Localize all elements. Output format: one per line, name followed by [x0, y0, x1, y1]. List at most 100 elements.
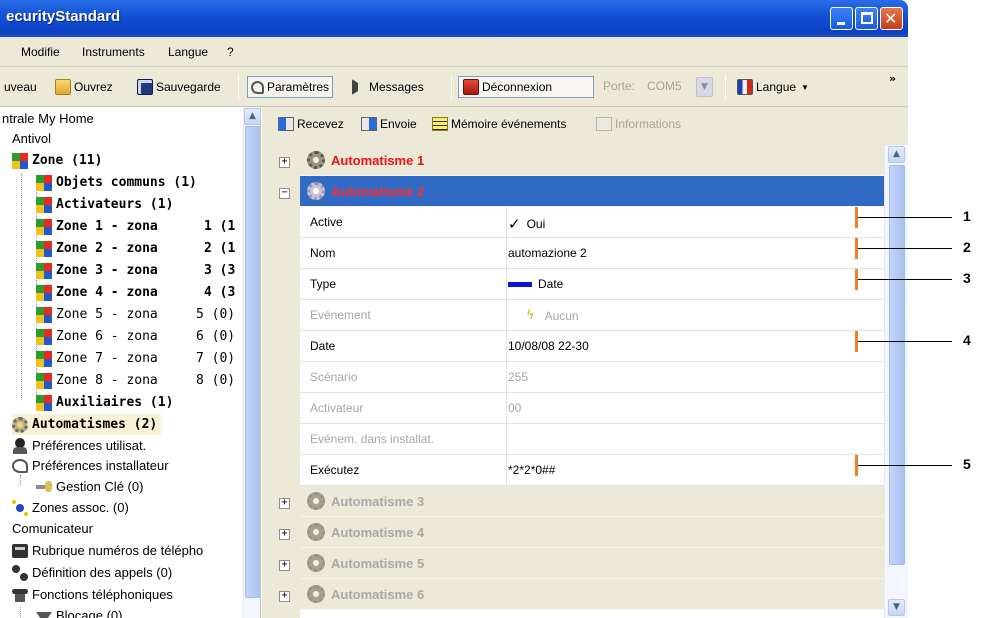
tree-node-antivol[interactable]: Antivol: [12, 128, 51, 149]
toolbar-overflow-chevron[interactable]: »: [889, 72, 896, 85]
expand-button[interactable]: +: [279, 498, 290, 509]
ouvrez-button[interactable]: Ouvrez: [55, 76, 113, 98]
memoire-evenements-button[interactable]: Mémoire événements: [432, 117, 566, 131]
porte-label: Porte:: [603, 79, 636, 93]
expand-button[interactable]: +: [279, 529, 290, 540]
tree-node-centrale[interactable]: ntrale My Home: [2, 108, 94, 129]
group-automatisme-4[interactable]: Automatisme 4: [300, 517, 884, 548]
tree-node-auxiliaires[interactable]: Auxiliaires (1): [36, 392, 173, 413]
gear-icon: [307, 523, 325, 541]
nouveau-button[interactable]: uveau: [4, 76, 37, 98]
property-row-nom[interactable]: Nom automazione 2: [300, 238, 884, 269]
zone-icon: [36, 350, 52, 367]
expand-button[interactable]: +: [279, 157, 290, 168]
scroll-up-button[interactable]: ▲: [244, 108, 260, 125]
menu-help[interactable]: ?: [227, 45, 234, 59]
property-row-activateur[interactable]: Activateur 00: [300, 393, 884, 424]
telephone-icon: [12, 587, 28, 603]
group-automatisme-1[interactable]: Automatisme 1: [300, 145, 884, 176]
tree-node-zone-4[interactable]: Zone 4 - zona 4 (3: [36, 282, 243, 303]
menu-langue[interactable]: Langue: [168, 45, 208, 59]
tree-node-gestion-cle[interactable]: Gestion Clé (0): [36, 476, 143, 497]
tree-node-zone-5[interactable]: Zone 5 - zona 5 (0): [36, 304, 243, 325]
tree-node-zone-2[interactable]: Zone 2 - zona 2 (1: [36, 238, 243, 259]
tree-node-zone-8[interactable]: Zone 8 - zona 8 (0): [36, 370, 243, 391]
porte-dropdown[interactable]: ▼: [696, 77, 713, 97]
tree-node-preferences-installateur[interactable]: Préférences installateur: [12, 455, 169, 476]
collapse-button[interactable]: −: [279, 188, 290, 199]
tree-node-fonctions-telephoniques[interactable]: Fonctions téléphoniques: [12, 584, 173, 605]
tree-node-blocage[interactable]: Blocage (0): [36, 605, 122, 618]
main-toolbar: uveau Ouvrez Sauvegarde Paramètres Messa…: [0, 67, 908, 107]
deconnexion-button[interactable]: Déconnexion: [458, 76, 594, 98]
parametres-button[interactable]: Paramètres: [247, 76, 334, 98]
tree-node-activateurs[interactable]: Activateurs (1): [36, 194, 173, 215]
property-row-type[interactable]: Type Date: [300, 269, 884, 300]
tree-node-objets-communs[interactable]: Objets communs (1): [36, 172, 197, 193]
tree-node-count: 6 (0): [196, 329, 236, 344]
menu-modifie[interactable]: Modifie: [21, 45, 60, 59]
messages-label: Messages: [369, 80, 424, 94]
tree-node-zone-1[interactable]: Zone 1 - zona 1 (1: [36, 216, 243, 237]
gear-icon: [307, 492, 325, 510]
tree-node-zone-6[interactable]: Zone 6 - zona 6 (0): [36, 326, 243, 347]
informations-button[interactable]: Informations: [596, 117, 681, 131]
sauvegarde-button[interactable]: Sauvegarde: [137, 76, 221, 98]
group-title: Automatisme 4: [331, 524, 425, 540]
minus-icon: −: [281, 187, 288, 198]
tree-node-zone-7[interactable]: Zone 7 - zona 7 (0): [36, 348, 243, 369]
tree-scroll-thumb[interactable]: [245, 126, 260, 598]
property-grid-scrollbar[interactable]: ▲ ▼: [884, 145, 908, 618]
filter-icon: [36, 611, 52, 618]
expand-button[interactable]: +: [279, 560, 290, 571]
messages-button[interactable]: Messages: [352, 76, 424, 98]
tree-node-label: Préférences utilisat.: [32, 438, 147, 453]
scroll-down-button[interactable]: ▼: [888, 599, 905, 616]
property-row-evenem-installat[interactable]: Evénem. dans installat.: [300, 424, 884, 455]
tree-node-definition-appels[interactable]: Définition des appels (0): [12, 562, 172, 583]
callout-line: [858, 341, 952, 342]
property-key: Scénario: [310, 370, 358, 384]
group-automatisme-2[interactable]: Automatisme 2: [300, 176, 884, 207]
tree-node-zones-assoc[interactable]: Zones assoc. (0): [12, 497, 129, 518]
toolbar-separator: [238, 75, 239, 99]
group-automatisme-5[interactable]: Automatisme 5: [300, 548, 884, 579]
recevez-button[interactable]: Recevez: [278, 117, 344, 131]
tree-node-rubrique[interactable]: Rubrique numéros de télépho: [12, 540, 203, 561]
tree-node-comunicateur[interactable]: Comunicateur: [12, 518, 93, 539]
group-title: Automatisme 5: [331, 555, 425, 571]
phonebook-icon: [12, 543, 28, 559]
langue-button[interactable]: Langue ▼: [737, 76, 809, 98]
tree-scrollbar[interactable]: ▲: [243, 107, 260, 618]
envoie-button[interactable]: Envoie: [361, 117, 417, 131]
property-grid-scroll-thumb[interactable]: [889, 165, 905, 565]
maximize-button[interactable]: [855, 7, 878, 30]
property-row-scenario[interactable]: Scénario 255: [300, 362, 884, 393]
tree-node-zone[interactable]: Zone (11): [12, 150, 102, 171]
tree-node-count: 2 (1: [204, 241, 236, 256]
tree-node-count: 1 (1: [204, 219, 236, 234]
group-automatisme-3[interactable]: Automatisme 3: [300, 486, 884, 517]
tree-node-label: Zones assoc. (0): [32, 500, 129, 515]
property-row-active[interactable]: Active ✓ Oui: [300, 207, 884, 238]
menu-instruments[interactable]: Instruments: [82, 45, 145, 59]
callout-line: [858, 248, 952, 249]
tree-node-label: Zone 1 - zona: [56, 219, 158, 234]
porte-value: COM5: [647, 79, 682, 93]
property-row-evenement[interactable]: Evénement ϟ Aucun: [300, 300, 884, 331]
property-row-date[interactable]: Date 10/08/08 22-30: [300, 331, 884, 362]
content-toolbar: Recevez Envoie Mémoire événements Inform…: [262, 107, 908, 143]
title-bar: ecurityStandard ✕: [0, 0, 908, 37]
tree-node-zone-3[interactable]: Zone 3 - zona 3 (3: [36, 260, 243, 281]
zone-icon: [36, 262, 52, 279]
minimize-button[interactable]: [830, 7, 853, 30]
property-row-executez[interactable]: Exécutez *2*2*0##: [300, 455, 884, 486]
column-divider: [506, 300, 507, 331]
tree-node-automatismes[interactable]: Automatismes (2): [12, 414, 162, 435]
callout-number: 3: [963, 270, 971, 286]
close-button[interactable]: ✕: [880, 7, 903, 30]
tree-node-preferences-utilisat[interactable]: Préférences utilisat.: [12, 435, 146, 456]
expand-button[interactable]: +: [279, 591, 290, 602]
group-automatisme-6[interactable]: Automatisme 6: [300, 579, 884, 610]
scroll-up-button[interactable]: ▲: [888, 146, 905, 163]
